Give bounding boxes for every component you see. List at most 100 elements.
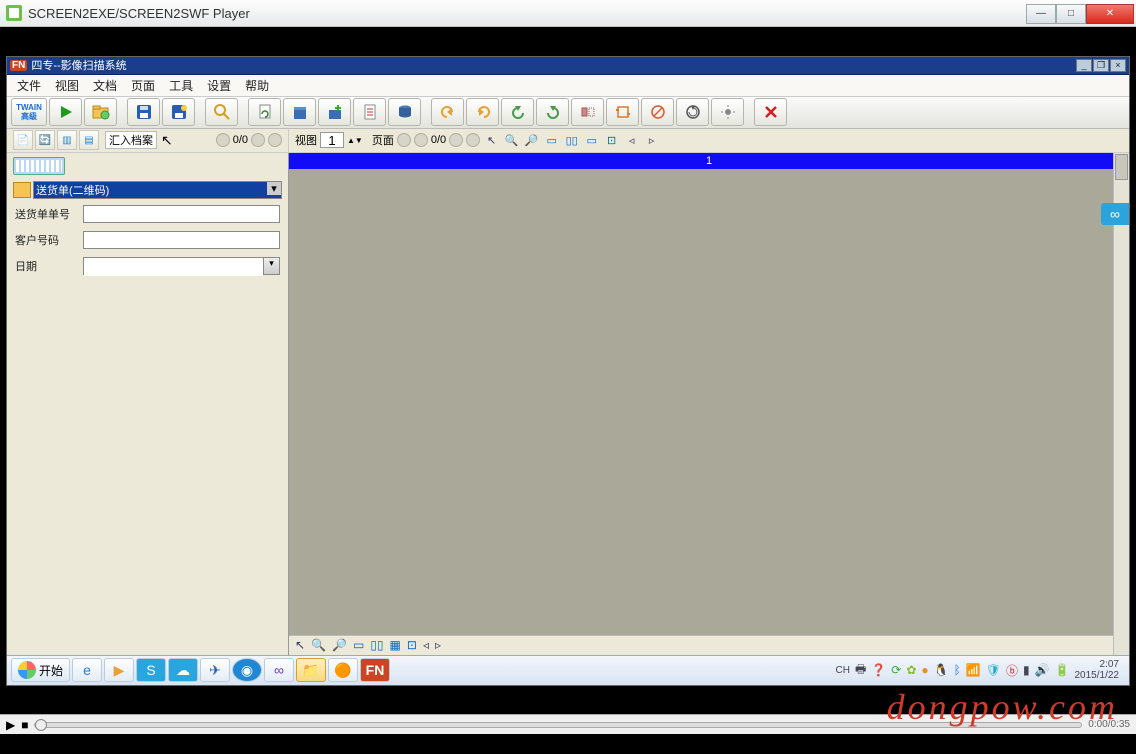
doc-type-select[interactable]: 送货单(二维码) ▾ bbox=[33, 181, 282, 199]
minimize-button[interactable]: — bbox=[1026, 4, 1056, 24]
taskbar-fn-icon[interactable]: FN bbox=[360, 658, 390, 682]
tray-volume-icon[interactable]: 🔊 bbox=[1035, 663, 1050, 677]
open-folder-button[interactable] bbox=[84, 98, 117, 126]
menu-page[interactable]: 页面 bbox=[131, 77, 155, 94]
page-first-button[interactable] bbox=[397, 133, 411, 147]
tray-shield-icon[interactable]: 🛡 bbox=[986, 663, 1001, 677]
player-seek-slider[interactable] bbox=[34, 722, 1082, 728]
tray-leaf-icon[interactable]: ✿ bbox=[906, 663, 916, 677]
pager-prev-button[interactable] bbox=[216, 133, 230, 147]
tray-battery-icon[interactable]: 🔋 bbox=[1055, 663, 1070, 677]
taskbar-media-icon[interactable]: ▶ bbox=[104, 658, 134, 682]
taskbar-ie-icon[interactable]: e bbox=[72, 658, 102, 682]
close-button[interactable]: ✕ bbox=[1086, 4, 1134, 24]
menu-help[interactable]: 帮助 bbox=[245, 77, 269, 94]
actual-size-icon[interactable]: ⊡ bbox=[603, 132, 620, 149]
menu-settings[interactable]: 设置 bbox=[207, 77, 231, 94]
view-number-input[interactable] bbox=[320, 132, 344, 148]
app-close-button[interactable]: × bbox=[1110, 59, 1126, 72]
taskbar-explorer-icon[interactable]: 📁 bbox=[296, 658, 326, 682]
tray-qq-icon[interactable]: 🐧 bbox=[934, 663, 949, 677]
pointer-tool-icon[interactable]: ↖ bbox=[483, 132, 500, 149]
database-button[interactable] bbox=[388, 98, 421, 126]
save-as-button[interactable] bbox=[162, 98, 195, 126]
tray-clock[interactable]: 2:07 2015/1/22 bbox=[1075, 659, 1120, 681]
undo-button[interactable] bbox=[431, 98, 464, 126]
menu-view[interactable]: 视图 bbox=[55, 77, 79, 94]
share-badge-icon[interactable]: ∞ bbox=[1101, 203, 1129, 225]
auto-process-button[interactable] bbox=[676, 98, 709, 126]
date-picker[interactable]: ▾ bbox=[83, 257, 280, 275]
maximize-button[interactable]: □ bbox=[1056, 4, 1086, 24]
menu-tools[interactable]: 工具 bbox=[169, 77, 193, 94]
nav-right-icon[interactable]: ▹ bbox=[435, 638, 441, 652]
customer-no-input[interactable] bbox=[83, 231, 280, 249]
split-h-icon[interactable]: ▭ bbox=[583, 132, 600, 149]
region-icon[interactable]: ⊡ bbox=[407, 638, 417, 652]
save-button[interactable] bbox=[127, 98, 160, 126]
page-next-button[interactable] bbox=[449, 133, 463, 147]
redo-button[interactable] bbox=[466, 98, 499, 126]
archive-add-button[interactable] bbox=[318, 98, 351, 126]
fit-width-icon[interactable]: ▭ bbox=[543, 132, 560, 149]
taskbar-compass-icon[interactable]: ◉ bbox=[232, 658, 262, 682]
tray-sync-icon[interactable]: ⟳ bbox=[891, 663, 901, 677]
pointer-icon[interactable]: ↖ bbox=[295, 638, 305, 652]
taskbar-bird-icon[interactable]: ✈ bbox=[200, 658, 230, 682]
page-prev-button[interactable] bbox=[414, 133, 428, 147]
zoom-icon[interactable]: 🔍 bbox=[311, 638, 326, 652]
crop-button[interactable] bbox=[606, 98, 639, 126]
grid-icon[interactable]: ▦ bbox=[390, 638, 401, 652]
start-button[interactable]: 开始 bbox=[11, 658, 70, 682]
tray-bluetooth-icon[interactable]: ᛒ bbox=[954, 663, 961, 677]
delete-button[interactable] bbox=[754, 98, 787, 126]
twain-button[interactable]: TWAIN 高级 bbox=[11, 98, 47, 126]
zoom-out-icon[interactable]: 🔎 bbox=[523, 132, 540, 149]
archive-button[interactable] bbox=[283, 98, 316, 126]
menu-document[interactable]: 文档 bbox=[93, 77, 117, 94]
tray-beats-icon[interactable]: ⓑ bbox=[1006, 662, 1018, 679]
tray-orange-icon[interactable]: ● bbox=[921, 663, 928, 677]
fit-icon[interactable]: ▭ bbox=[353, 638, 364, 652]
pan-left-icon[interactable]: ◃ bbox=[623, 132, 640, 149]
thumbnails-h-icon[interactable]: ▥ bbox=[57, 130, 77, 150]
search-button[interactable] bbox=[205, 98, 238, 126]
doc-refresh-button[interactable] bbox=[248, 98, 281, 126]
doc-config-button[interactable] bbox=[353, 98, 386, 126]
pager-next-button[interactable] bbox=[251, 133, 265, 147]
split-v-icon[interactable]: ▯▯ bbox=[563, 132, 580, 149]
taskbar-cloud-icon[interactable]: ☁ bbox=[168, 658, 198, 682]
doc-icon[interactable]: 📄 bbox=[13, 130, 33, 150]
pan-right-icon[interactable]: ▹ bbox=[643, 132, 660, 149]
app-restore-button[interactable]: ❐ bbox=[1093, 59, 1109, 72]
nav-left-icon[interactable]: ◃ bbox=[423, 638, 429, 652]
taskbar-vs-icon[interactable]: ∞ bbox=[264, 658, 294, 682]
tray-network-icon[interactable]: ▮ bbox=[1023, 663, 1030, 677]
keyboard-icon[interactable] bbox=[13, 157, 65, 175]
pager-last-button[interactable] bbox=[268, 133, 282, 147]
flip-h-button[interactable] bbox=[571, 98, 604, 126]
doc-refresh-icon[interactable]: 🔄 bbox=[35, 130, 55, 150]
taskbar-skype-icon[interactable]: S bbox=[136, 658, 166, 682]
delivery-no-input[interactable] bbox=[83, 205, 280, 223]
play-button[interactable] bbox=[49, 98, 82, 126]
lang-indicator[interactable]: CH bbox=[836, 665, 850, 676]
rotate-right-button[interactable] bbox=[536, 98, 569, 126]
player-play-button[interactable]: ▶ bbox=[6, 718, 15, 732]
taskbar-app1-icon[interactable]: 🟠 bbox=[328, 658, 358, 682]
rotate-left-button[interactable] bbox=[501, 98, 534, 126]
page-last-button[interactable] bbox=[466, 133, 480, 147]
vertical-scrollbar[interactable] bbox=[1113, 153, 1129, 655]
chevron-down-icon[interactable]: ▾ bbox=[263, 258, 279, 274]
tray-help-icon[interactable]: ❓ bbox=[871, 663, 886, 677]
tray-printer-icon[interactable]: 🖶 bbox=[855, 660, 866, 681]
player-stop-button[interactable]: ■ bbox=[21, 718, 28, 732]
deskew-button[interactable] bbox=[641, 98, 674, 126]
zoom-out-icon[interactable]: 🔎 bbox=[332, 638, 347, 652]
menu-file[interactable]: 文件 bbox=[17, 77, 41, 94]
app-minimize-button[interactable]: _ bbox=[1076, 59, 1092, 72]
thumbnails-v-icon[interactable]: ▤ bbox=[79, 130, 99, 150]
split-icon[interactable]: ▯▯ bbox=[370, 638, 383, 652]
zoom-in-icon[interactable]: 🔍 bbox=[503, 132, 520, 149]
image-canvas[interactable] bbox=[289, 169, 1129, 635]
